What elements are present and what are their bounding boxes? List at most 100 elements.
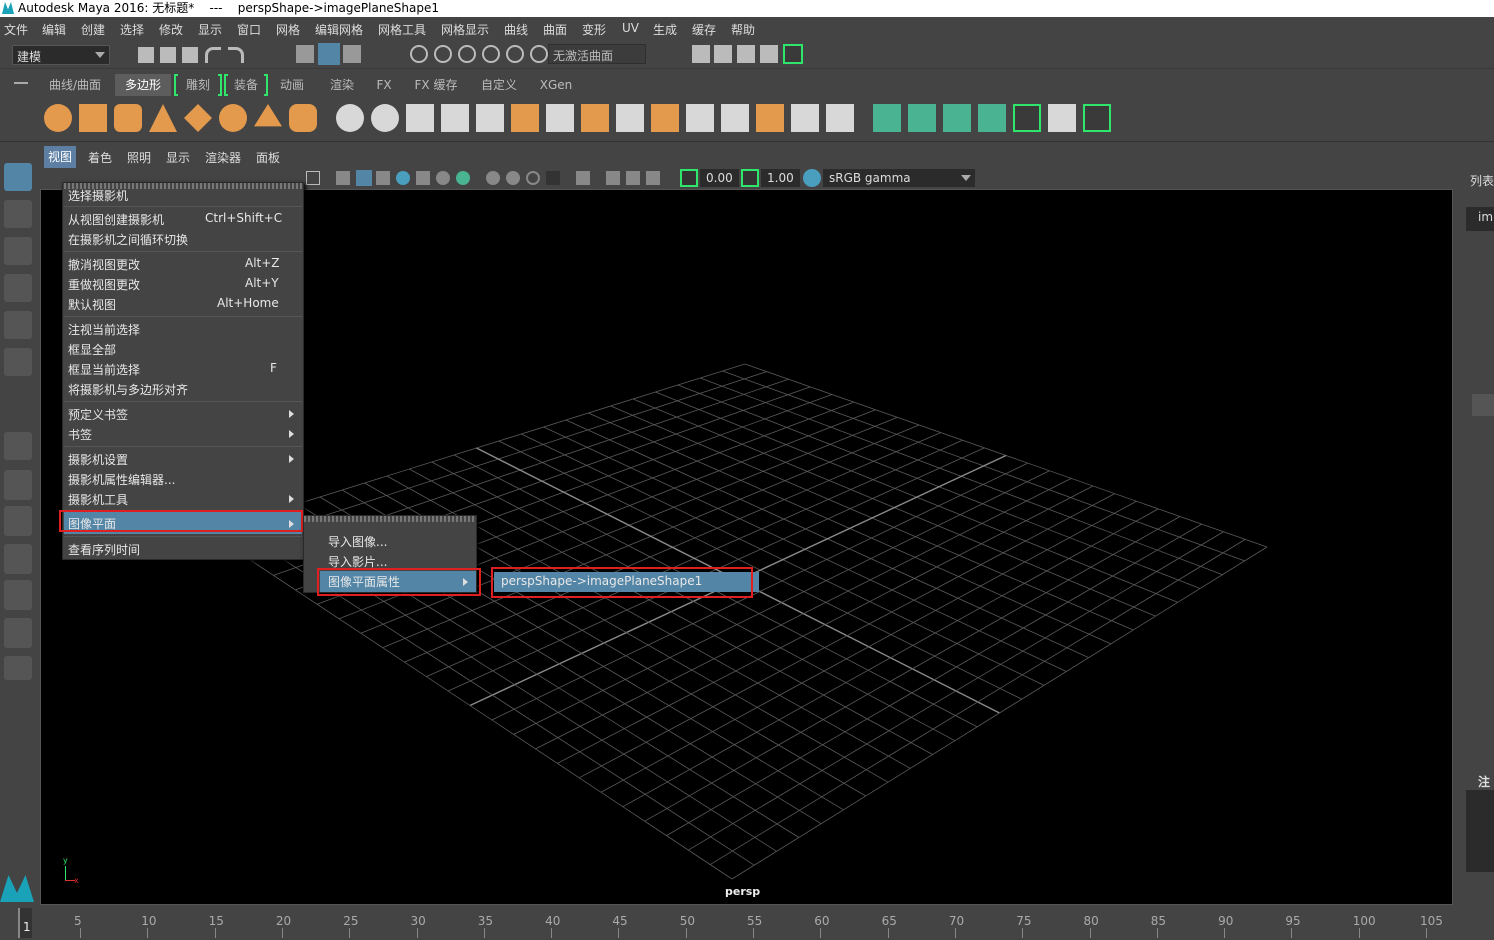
gamma-field[interactable]: 1.00 xyxy=(761,169,800,187)
menu-item-cycle-cameras[interactable]: 在摄影机之间循环切换 xyxy=(68,231,188,248)
new-scene-icon[interactable] xyxy=(138,47,154,63)
menu-edit[interactable]: 编辑 xyxy=(42,21,66,38)
paint-select-tool-icon[interactable] xyxy=(4,237,32,265)
offset-edge-loop-icon[interactable] xyxy=(756,104,784,132)
notes-field[interactable] xyxy=(1466,790,1494,872)
move-tool-icon[interactable] xyxy=(4,274,32,302)
menu-surfaces[interactable]: 曲面 xyxy=(543,21,567,38)
wireframe-on-shaded-icon[interactable] xyxy=(376,171,390,185)
poly-cube-icon[interactable] xyxy=(79,104,107,132)
mirror-icon[interactable] xyxy=(406,104,434,132)
shelf-tab-rigging[interactable]: 装备 xyxy=(228,74,264,96)
poly-torus-icon[interactable] xyxy=(219,104,247,132)
bridge-icon[interactable] xyxy=(546,104,574,132)
menu-select[interactable]: 选择 xyxy=(120,21,144,38)
menu-item-look-at-selection[interactable]: 注视当前选择 xyxy=(68,321,140,338)
hypershade-icon[interactable] xyxy=(783,44,803,64)
menu-item-undo-view-change[interactable]: 撤消视图更改 xyxy=(68,256,140,273)
menu-item-select-camera[interactable]: 选择摄影机 xyxy=(68,187,128,204)
menu-mesh[interactable]: 网格 xyxy=(276,21,300,38)
planar-uv-icon[interactable] xyxy=(873,104,901,132)
shelf-tab-custom[interactable]: 自定义 xyxy=(474,74,524,96)
poly-cylinder-icon[interactable] xyxy=(114,104,142,132)
undo-icon[interactable] xyxy=(205,47,221,63)
snap-curve-icon[interactable] xyxy=(434,45,452,63)
rotate-tool-icon[interactable] xyxy=(4,311,32,339)
save-scene-icon[interactable] xyxy=(182,47,198,63)
menu-mesh-tools[interactable]: 网格工具 xyxy=(378,21,426,38)
wireframe-icon[interactable] xyxy=(336,171,350,185)
snap-point-icon[interactable] xyxy=(458,45,476,63)
panel-menu-lighting[interactable]: 照明 xyxy=(127,149,151,166)
render-view-icon[interactable] xyxy=(760,45,778,63)
multi-cut-icon[interactable] xyxy=(686,104,714,132)
gamma-toggle-icon[interactable] xyxy=(741,169,759,187)
bevel-icon[interactable] xyxy=(581,104,609,132)
colorspace-dropdown[interactable]: sRGB gamma xyxy=(823,169,975,187)
textured-icon[interactable] xyxy=(396,171,410,185)
panel-menu-view[interactable]: 视图 xyxy=(44,146,77,168)
snap-grid-icon[interactable] xyxy=(410,45,428,63)
redo-icon[interactable] xyxy=(228,47,244,63)
menu-item-create-camera-from-view[interactable]: 从视图创建摄影机 xyxy=(68,211,164,228)
isolate-select-icon[interactable] xyxy=(546,171,560,185)
menu-edit-mesh[interactable]: 编辑网格 xyxy=(315,21,363,38)
open-scene-icon[interactable] xyxy=(160,47,176,63)
outliner-layout-icon[interactable] xyxy=(4,506,32,536)
snap-projected-icon[interactable] xyxy=(482,45,500,63)
collapse-arrow-icon[interactable] xyxy=(1472,394,1494,416)
reduce-icon[interactable] xyxy=(476,104,504,132)
exposure-toggle-icon[interactable] xyxy=(680,169,698,187)
cylindrical-uv-icon[interactable] xyxy=(908,104,936,132)
shelf-tab-fx[interactable]: FX xyxy=(370,74,398,96)
checker-icon[interactable] xyxy=(1048,104,1076,132)
shadows-icon[interactable] xyxy=(436,171,450,185)
shelf-tab-rendering[interactable]: 渲染 xyxy=(322,74,362,96)
ipr-render-icon[interactable] xyxy=(737,45,755,63)
shelf-tab-xgen[interactable]: XGen xyxy=(534,74,578,96)
merge-icon[interactable] xyxy=(826,104,854,132)
make-live-icon[interactable] xyxy=(530,45,548,63)
menu-uv[interactable]: UV xyxy=(622,21,639,35)
uv-editor-icon[interactable] xyxy=(1013,104,1041,132)
four-view-layout-icon[interactable] xyxy=(4,470,32,500)
panel-menu-renderer[interactable]: 渲染器 xyxy=(205,149,241,166)
color-management-icon[interactable] xyxy=(803,169,821,187)
select-tool-icon[interactable] xyxy=(4,163,32,191)
menu-modify[interactable]: 修改 xyxy=(159,21,183,38)
menu-item-import-image[interactable]: 导入图像... xyxy=(328,533,387,550)
xray-active-components-icon[interactable] xyxy=(626,171,640,185)
menu-item-align-camera-to-polygon[interactable]: 将摄影机与多边形对齐 xyxy=(68,381,188,398)
shelf-tab-animation[interactable]: 动画 xyxy=(272,74,312,96)
select-by-component-icon[interactable] xyxy=(343,45,361,63)
graph-layout-icon[interactable] xyxy=(4,544,32,574)
hypershade-layout-icon[interactable] xyxy=(4,580,32,610)
menu-create[interactable]: 创建 xyxy=(81,21,105,38)
poly-pipe-icon[interactable] xyxy=(289,104,317,132)
menu-windows[interactable]: 窗口 xyxy=(237,21,261,38)
render-frame-icon[interactable] xyxy=(714,45,732,63)
menu-deform[interactable]: 变形 xyxy=(582,21,606,38)
extrude-icon[interactable] xyxy=(511,104,539,132)
shelf-tab-fx-cache[interactable]: FX 缓存 xyxy=(408,74,464,96)
depth-of-field-icon[interactable] xyxy=(526,171,540,185)
fill-hole-icon[interactable] xyxy=(651,104,679,132)
menu-display[interactable]: 显示 xyxy=(198,21,222,38)
menu-item-predefined-bookmarks[interactable]: 预定义书签 xyxy=(68,406,128,423)
uv-toolkit-icon[interactable] xyxy=(1083,104,1111,132)
menu-file[interactable]: 文件 xyxy=(4,21,28,38)
menu-mesh-display[interactable]: 网格显示 xyxy=(441,21,489,38)
backface-culling-icon[interactable] xyxy=(646,171,660,185)
shelf-tab-sculpting[interactable]: 雕刻 xyxy=(178,74,218,96)
anti-aliasing-icon[interactable] xyxy=(506,171,520,185)
use-all-lights-icon[interactable] xyxy=(416,171,430,185)
node-name-field[interactable]: im xyxy=(1466,207,1494,231)
separate-icon[interactable] xyxy=(371,104,399,132)
poly-sphere-icon[interactable] xyxy=(44,104,72,132)
motion-blur-icon[interactable] xyxy=(486,171,500,185)
screen-space-ao-icon[interactable] xyxy=(456,171,470,185)
xray-icon[interactable] xyxy=(576,171,590,185)
combine-icon[interactable] xyxy=(336,104,364,132)
menu-item-redo-view-change[interactable]: 重做视图更改 xyxy=(68,276,140,293)
smooth-icon[interactable] xyxy=(441,104,469,132)
